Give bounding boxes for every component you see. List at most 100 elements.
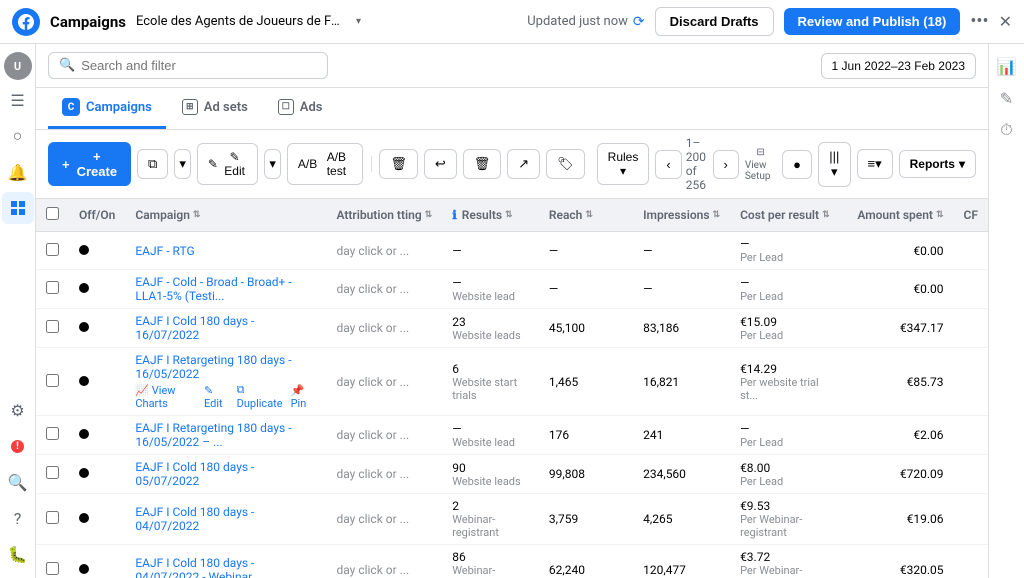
row-attribution: day click or ... <box>326 232 442 270</box>
row-campaign-name: EAJF I Cold 180 days - 16/07/2022 <box>125 309 326 348</box>
select-all-checkbox[interactable] <box>46 207 59 220</box>
row-amount: €85.73 <box>847 348 953 416</box>
share-button[interactable]: ↗ <box>507 149 540 179</box>
row-results: — Website lead <box>442 270 539 309</box>
reach-value: — <box>549 244 558 258</box>
results-sub: Website start trials <box>452 376 529 402</box>
campaign-link[interactable]: EAJF I Retargeting 180 days - 16/05/2022… <box>135 421 316 449</box>
date-range-button[interactable]: 1 Jun 2022–23 Feb 2023 <box>821 53 976 79</box>
refresh-icon[interactable]: ⟳ <box>633 14 645 30</box>
tag-button[interactable]: 🏷 <box>546 149 585 179</box>
tab-ads[interactable]: ☐ Ads <box>264 89 337 128</box>
row-checkbox[interactable] <box>46 243 59 256</box>
columns-button[interactable]: |||▾ <box>818 142 850 187</box>
row-checkbox[interactable] <box>46 562 59 575</box>
col-attribution: Attribution tting⇅ <box>326 199 442 232</box>
settings-icon[interactable]: ⚙ <box>2 394 34 426</box>
row-cf <box>954 348 988 416</box>
dot-button[interactable]: ● <box>782 150 812 179</box>
row-checkbox[interactable] <box>46 511 59 524</box>
discard-drafts-button[interactable]: Discard Drafts <box>655 7 774 36</box>
clock-icon[interactable]: ⏱ <box>993 116 1021 144</box>
pin-link[interactable]: 📌 Pin <box>291 384 317 410</box>
tab-adsets[interactable]: ⊞ Ad sets <box>168 89 262 128</box>
duplicate-link[interactable]: ⧉ Duplicate <box>237 383 283 410</box>
alerts-icon[interactable]: ! <box>2 430 34 462</box>
rules-button[interactable]: Rules ▾ <box>597 143 650 185</box>
top-bar: Campaigns Ecole des Agents de Joueurs de… <box>0 0 1024 44</box>
duplicate-arrow-icon[interactable]: ▾ <box>174 149 191 179</box>
search-input[interactable] <box>81 58 317 73</box>
campaigns-icon[interactable] <box>2 192 34 224</box>
row-checkbox[interactable] <box>46 320 59 333</box>
create-button[interactable]: + + Create <box>48 142 131 186</box>
status-dot <box>79 429 89 439</box>
page-title: Campaigns <box>50 13 126 31</box>
row-checkbox[interactable] <box>46 427 59 440</box>
more-options-icon[interactable]: ••• <box>970 11 988 32</box>
amount-value: €0.00 <box>913 282 943 296</box>
row-results: 90 Website leads <box>442 455 539 494</box>
search-icon[interactable]: 🔍 <box>2 466 34 498</box>
campaign-link[interactable]: EAJF - RTG <box>135 244 316 258</box>
row-amount: €720.09 <box>847 455 953 494</box>
notification-icon[interactable]: 🔔 <box>2 156 34 188</box>
view-charts-link[interactable]: 📈 View Charts <box>135 384 196 410</box>
user-avatar[interactable]: U <box>4 52 32 80</box>
campaign-link[interactable]: EAJF I Cold 180 days - 16/07/2022 <box>135 314 316 342</box>
next-page-button[interactable]: › <box>713 150 739 179</box>
row-offon <box>69 455 125 494</box>
close-button[interactable]: ✕ <box>999 12 1012 32</box>
trash-button[interactable]: 🗑 <box>463 149 502 179</box>
row-cf <box>954 494 988 545</box>
edit-icon: ✎ <box>208 157 218 171</box>
undo-button[interactable]: ↩ <box>424 149 457 179</box>
table-row: EAJF I Retargeting 180 days - 16/05/2022… <box>36 416 988 455</box>
delete-button[interactable]: 🗑 <box>379 149 418 179</box>
campaign-link[interactable]: EAJF I Retargeting 180 days - 16/05/2022 <box>135 353 316 381</box>
debug-icon[interactable]: 🐛 <box>2 538 34 570</box>
row-campaign-name: EAJF - RTG <box>125 232 326 270</box>
edit-link[interactable]: ✎ Edit <box>204 384 229 410</box>
row-checkbox[interactable] <box>46 281 59 294</box>
review-publish-button[interactable]: Review and Publish (18) <box>784 8 961 35</box>
campaign-link[interactable]: EAJF I Cold 180 days - 05/07/2022 <box>135 460 316 488</box>
table-row: EAJF I Retargeting 180 days - 16/05/2022… <box>36 348 988 416</box>
row-checkbox[interactable] <box>46 466 59 479</box>
impressions-value: 120,477 <box>643 563 686 577</box>
edit-button[interactable]: ✎ ✎ Edit <box>197 143 258 185</box>
campaigns-table: Off/On Campaign⇅ Attribution tting⇅ ℹRes… <box>36 199 988 578</box>
campaign-link[interactable]: EAJF I Cold 180 days - 04/07/2022 - Webi… <box>135 556 316 578</box>
campaign-link[interactable]: EAJF - Cold - Broad - Broad+ - LLA1-5% (… <box>135 275 316 303</box>
edit-arrow-icon[interactable]: ▾ <box>264 149 281 179</box>
account-chevron-icon[interactable]: ▾ <box>356 16 361 27</box>
view-setup-button[interactable]: ⊟ View Setup <box>745 147 776 182</box>
tab-campaigns[interactable]: C Campaigns <box>48 88 166 129</box>
edit-icon[interactable]: ✎ <box>993 84 1021 112</box>
tab-adsets-label: Ad sets <box>204 100 248 115</box>
amount-value: €0.00 <box>913 244 943 258</box>
campaign-sort-icon[interactable]: ⇅ <box>193 210 201 220</box>
row-amount: €19.06 <box>847 494 953 545</box>
impressions-value: 83,186 <box>643 321 679 335</box>
campaign-link[interactable]: EAJF I Cold 180 days - 04/07/2022 <box>135 505 316 533</box>
tab-ads-label: Ads <box>300 100 323 115</box>
row-checkbox[interactable] <box>46 374 59 387</box>
tab-bar: C Campaigns ⊞ Ad sets ☐ Ads <box>36 88 988 130</box>
cost-value: — <box>740 276 837 290</box>
ab-test-button[interactable]: A/B A/B test <box>287 143 363 185</box>
chart-icon[interactable]: 📊 <box>993 52 1021 80</box>
row-results: 86 Webinar-registrant <box>442 545 539 578</box>
prev-page-button[interactable]: ‹ <box>655 150 681 179</box>
row-height-button[interactable]: ≡▾ <box>857 149 893 179</box>
table-row: EAJF - RTG day click or ... — — — — Per … <box>36 232 988 270</box>
row-offon <box>69 270 125 309</box>
duplicate-button[interactable]: ⧉ <box>137 149 168 179</box>
row-offon <box>69 545 125 578</box>
home-icon[interactable]: ○ <box>2 120 34 152</box>
results-value: 86 <box>452 550 529 564</box>
help-icon[interactable]: ? <box>2 502 34 534</box>
reports-button[interactable]: Reports ▾ <box>899 150 976 178</box>
toolbar-separator <box>371 156 372 172</box>
menu-icon[interactable]: ☰ <box>2 84 34 116</box>
